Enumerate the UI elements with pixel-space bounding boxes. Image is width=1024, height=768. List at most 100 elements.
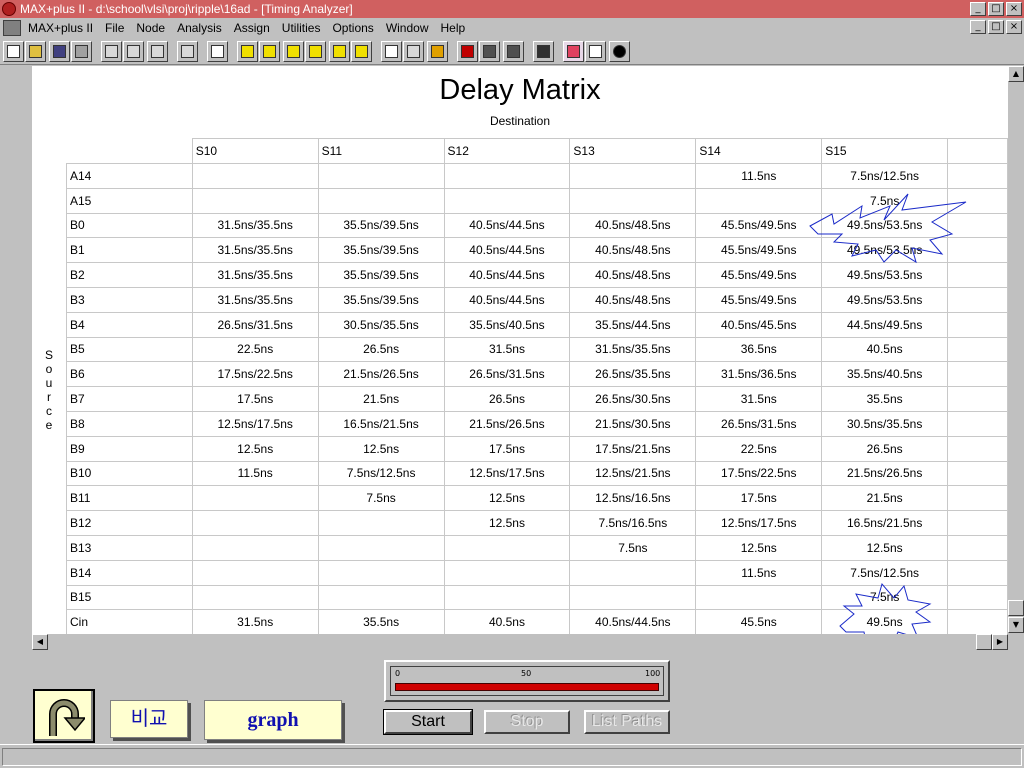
column-header[interactable]: S10 xyxy=(191,138,319,164)
delay-cell[interactable]: 12.5ns/16.5ns xyxy=(569,485,697,512)
delay-cell[interactable] xyxy=(443,534,571,561)
delay-cell[interactable]: 35.5ns/39.5ns xyxy=(317,286,445,313)
delay-cell[interactable]: 12.5ns xyxy=(443,510,571,536)
delay-cell[interactable]: 49.5ns/53.5ns xyxy=(821,286,949,313)
delay-cell[interactable]: 49.5ns/53.5ns xyxy=(821,262,949,288)
delay-matrix-icon[interactable] xyxy=(563,41,584,62)
delay-cell[interactable]: 11.5ns xyxy=(191,460,319,487)
simulator-icon[interactable] xyxy=(479,41,500,62)
back-button[interactable] xyxy=(33,689,95,743)
delay-cell[interactable]: 30.5ns/35.5ns xyxy=(821,410,949,437)
delay-cell[interactable] xyxy=(317,163,445,189)
delay-cell[interactable]: 7.5ns/16.5ns xyxy=(569,510,697,536)
delay-cell[interactable] xyxy=(947,262,1008,288)
compare-button[interactable]: 비교 xyxy=(110,700,188,738)
delay-cell[interactable] xyxy=(947,286,1008,313)
delay-cell[interactable]: 21.5ns/26.5ns xyxy=(821,460,949,487)
column-header[interactable]: S12 xyxy=(443,138,571,164)
graphic-editor-icon[interactable] xyxy=(283,41,304,62)
undo-icon[interactable] xyxy=(177,41,198,62)
delay-cell[interactable] xyxy=(317,559,445,586)
row-header[interactable]: B4 xyxy=(66,311,193,338)
paste-icon[interactable] xyxy=(147,41,168,62)
column-header[interactable]: S15 xyxy=(821,138,949,164)
delay-cell[interactable]: 26.5ns/31.5ns xyxy=(191,311,319,338)
delay-cell[interactable]: 35.5ns/39.5ns xyxy=(317,237,445,264)
delay-cell[interactable] xyxy=(947,187,1008,214)
delay-cell[interactable]: 44.5ns/49.5ns xyxy=(821,311,949,338)
delay-cell[interactable] xyxy=(947,485,1008,512)
menu-analysis[interactable]: Analysis xyxy=(171,20,228,37)
delay-cell[interactable]: 12.5ns/17.5ns xyxy=(695,510,823,536)
delay-cell[interactable]: 7.5ns/12.5ns xyxy=(821,559,949,586)
row-header[interactable]: B0 xyxy=(66,212,193,239)
cut-icon[interactable] xyxy=(101,41,122,62)
horizontal-scroll-thumb[interactable] xyxy=(976,634,992,650)
delay-cell[interactable] xyxy=(947,336,1008,363)
delay-cell[interactable]: 40.5ns/48.5ns xyxy=(569,237,697,264)
delay-cell[interactable]: 49.5ns/53.5ns xyxy=(821,237,949,264)
delay-cell[interactable]: 31.5ns/36.5ns xyxy=(695,361,823,388)
delay-cell[interactable]: 40.5ns/44.5ns xyxy=(443,237,571,264)
delay-cell[interactable]: 35.5ns/40.5ns xyxy=(443,311,571,338)
setup-hold-icon[interactable] xyxy=(585,41,606,62)
delay-cell[interactable]: 7.5ns xyxy=(317,485,445,512)
delay-cell[interactable]: 45.5ns xyxy=(695,609,823,634)
row-header[interactable]: B15 xyxy=(66,584,193,611)
delay-cell[interactable] xyxy=(947,237,1008,264)
delay-cell[interactable]: 31.5ns/35.5ns xyxy=(191,286,319,313)
doc-restore-button[interactable]: □ xyxy=(988,20,1004,34)
delay-cell[interactable]: 31.5ns/35.5ns xyxy=(191,262,319,288)
column-header[interactable]: S13 xyxy=(569,138,697,164)
menu-node[interactable]: Node xyxy=(130,20,171,37)
menu-utilities[interactable]: Utilities xyxy=(276,20,327,37)
delay-cell[interactable]: 31.5ns xyxy=(443,336,571,363)
delay-cell[interactable]: 12.5ns xyxy=(695,534,823,561)
delay-cell[interactable]: 7.5ns xyxy=(821,187,949,214)
delay-cell[interactable]: 40.5ns/44.5ns xyxy=(443,212,571,239)
delay-cell[interactable]: 35.5ns xyxy=(821,386,949,412)
delay-cell[interactable] xyxy=(947,410,1008,437)
delay-cell[interactable] xyxy=(947,163,1008,189)
delay-cell[interactable] xyxy=(569,163,697,189)
scroll-left-icon[interactable]: ◀ xyxy=(32,634,48,650)
delay-cell[interactable]: 11.5ns xyxy=(695,559,823,586)
delay-cell[interactable]: 21.5ns/30.5ns xyxy=(569,410,697,437)
row-header[interactable]: B3 xyxy=(66,286,193,313)
delay-cell[interactable]: 45.5ns/49.5ns xyxy=(695,286,823,313)
delay-cell[interactable]: 21.5ns/26.5ns xyxy=(443,410,571,437)
vertical-scrollbar[interactable]: ▲ ▼ xyxy=(1008,66,1024,634)
menu-help[interactable]: Help xyxy=(435,20,472,37)
delay-cell[interactable]: 26.5ns xyxy=(443,386,571,412)
hierarchy-icon[interactable] xyxy=(259,41,280,62)
row-header[interactable]: A15 xyxy=(66,187,193,214)
app-icon[interactable] xyxy=(2,2,16,16)
row-header[interactable]: B1 xyxy=(66,237,193,264)
programmer-icon[interactable] xyxy=(503,41,524,62)
delay-cell[interactable] xyxy=(695,187,823,214)
menu-options[interactable]: Options xyxy=(326,20,379,37)
scroll-right-icon[interactable]: ▶ xyxy=(992,634,1008,650)
menu-assign[interactable]: Assign xyxy=(228,20,276,37)
delay-cell[interactable]: 7.5ns xyxy=(569,534,697,561)
save-icon[interactable] xyxy=(49,41,70,62)
delay-cell[interactable]: 26.5ns xyxy=(317,336,445,363)
delay-cell[interactable] xyxy=(191,584,319,611)
delay-cell[interactable]: 40.5ns xyxy=(821,336,949,363)
delay-cell[interactable]: 40.5ns/48.5ns xyxy=(569,262,697,288)
menu-window[interactable]: Window xyxy=(380,20,435,37)
delay-cell[interactable]: 49.5ns xyxy=(821,609,949,634)
delay-cell[interactable]: 22.5ns xyxy=(191,336,319,363)
compiler-icon[interactable] xyxy=(457,41,478,62)
delay-cell[interactable]: 26.5ns/35.5ns xyxy=(569,361,697,388)
delay-cell[interactable]: 17.5ns/21.5ns xyxy=(569,435,697,462)
row-header[interactable]: B13 xyxy=(66,534,193,561)
delay-cell[interactable]: 36.5ns xyxy=(695,336,823,363)
delay-cell[interactable] xyxy=(443,187,571,214)
delay-cell[interactable]: 35.5ns/39.5ns xyxy=(317,262,445,288)
row-header[interactable]: B5 xyxy=(66,336,193,363)
delay-cell[interactable]: 35.5ns/40.5ns xyxy=(821,361,949,388)
minimize-button[interactable]: _ xyxy=(970,2,986,16)
stop-button[interactable]: Stop xyxy=(484,710,570,734)
row-header[interactable]: B9 xyxy=(66,435,193,462)
